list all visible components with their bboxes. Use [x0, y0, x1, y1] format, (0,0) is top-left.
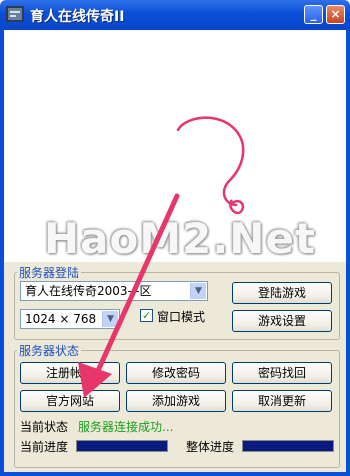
window-mode-label: 窗口模式: [157, 310, 206, 324]
minimize-button[interactable]: _: [304, 5, 323, 24]
recover-password-button[interactable]: 密码找回: [232, 362, 332, 384]
window-title: 育人在线传奇II: [30, 9, 125, 25]
overall-progress-label: 整体进度: [186, 440, 235, 454]
change-password-button[interactable]: 修改密码: [126, 362, 226, 384]
add-game-button[interactable]: 添加游戏: [126, 390, 226, 412]
cancel-update-button[interactable]: 取消更新: [232, 390, 332, 412]
resolution-select[interactable]: 1024 × 768 ▼: [20, 309, 120, 329]
watermark-text: HaoM2.Net: [43, 214, 317, 263]
server-select-value: 育人在线传奇2003—区: [25, 284, 152, 298]
login-game-button[interactable]: 登陆游戏: [232, 282, 332, 304]
server-select[interactable]: 育人在线传奇2003—区 ▼: [20, 281, 208, 301]
server-login-legend: 服务器登陆: [19, 266, 80, 280]
register-account-button[interactable]: 注册帐号: [20, 362, 120, 384]
close-button[interactable]: ×: [326, 5, 345, 24]
resolution-select-value: 1024 × 768: [25, 312, 97, 326]
checkmark-icon: ✓: [141, 309, 152, 322]
title-bar[interactable]: 育人在线传奇II _ ×: [0, 0, 350, 30]
official-site-button[interactable]: 官方网站: [20, 390, 120, 412]
current-progress-label: 当前进度: [20, 440, 69, 454]
window-mode-checkbox[interactable]: ✓: [140, 309, 153, 322]
status-value: 服务器连接成功...: [78, 420, 174, 434]
app-icon: [6, 6, 24, 22]
game-settings-button[interactable]: 游戏设置: [232, 310, 332, 332]
dropdown-arrow-icon[interactable]: ▼: [190, 283, 206, 299]
status-label: 当前状态: [20, 420, 69, 434]
current-progress-bar: [76, 440, 168, 452]
overall-progress-bar: [242, 440, 334, 452]
server-status-legend: 服务器状态: [19, 344, 80, 358]
dropdown-arrow-icon[interactable]: ▼: [102, 311, 118, 327]
